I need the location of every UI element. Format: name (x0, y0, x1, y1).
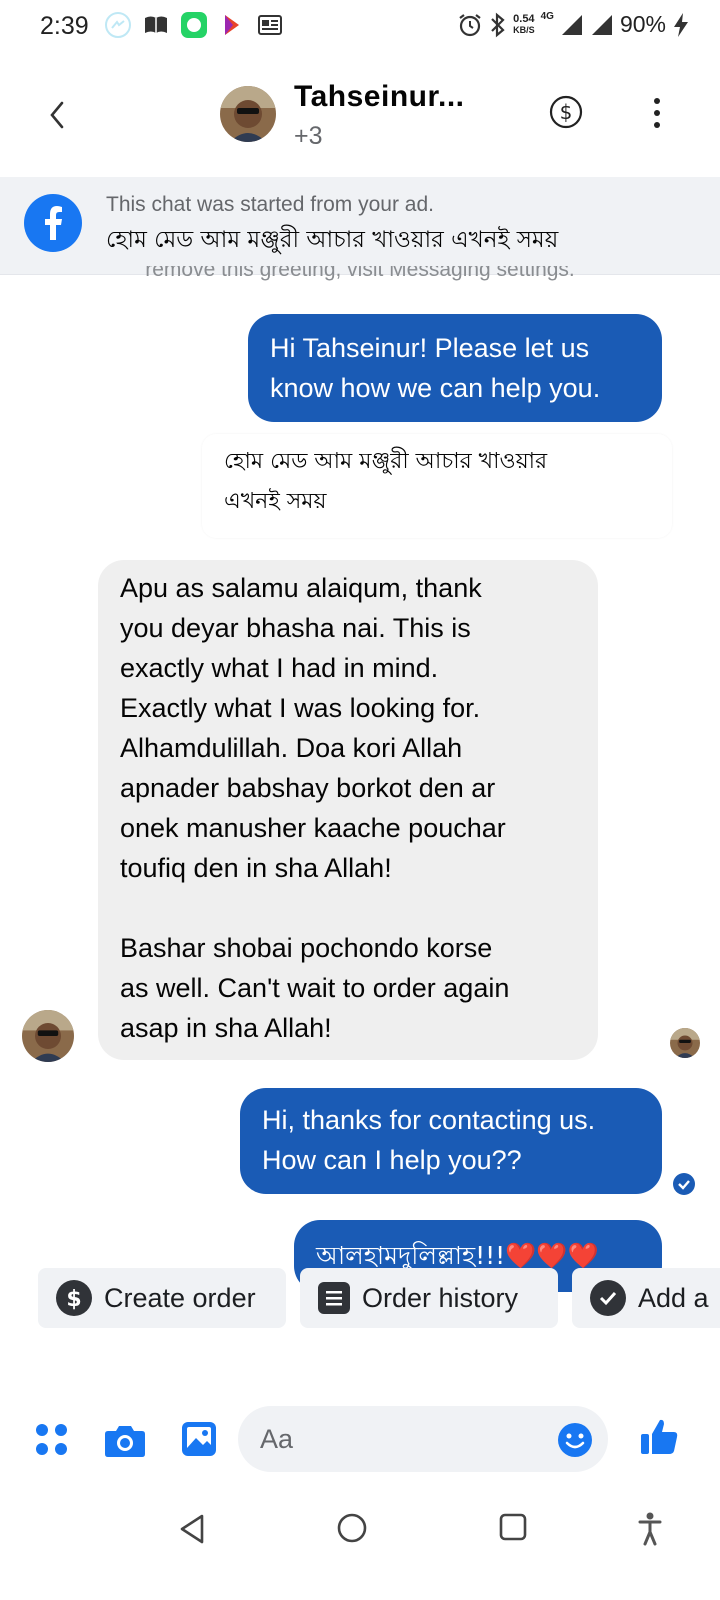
recents-nav-icon[interactable] (498, 1512, 528, 1542)
message-text: Hi Tahseinur! Please let us (270, 333, 590, 363)
message-line: Alhamdulillah. Doa kori Allah (120, 733, 463, 763)
book-icon (145, 16, 167, 33)
gallery-icon[interactable] (180, 1420, 218, 1458)
message-text: know how we can help you. (270, 373, 601, 403)
message-line: asap in sha Allah! (120, 1013, 332, 1043)
dollar-icon[interactable]: $ (548, 94, 584, 130)
svg-text:$: $ (560, 100, 573, 124)
facebook-icon (24, 194, 82, 252)
home-nav-icon[interactable] (336, 1512, 368, 1544)
message-bubble-reply[interactable]: Hi, thanks for contacting us. How can I … (240, 1088, 662, 1194)
sender-avatar[interactable] (22, 1010, 74, 1062)
create-order-button[interactable]: $ Create order (38, 1268, 286, 1328)
message-line: apnader babshay borkot den ar (120, 773, 496, 803)
signal-icon-2 (591, 14, 612, 35)
like-icon[interactable] (638, 1416, 680, 1458)
message-line: onek manusher kaache pouchar (120, 813, 506, 843)
message-composer: Aa (0, 1404, 720, 1474)
news-icon (258, 15, 282, 35)
charging-icon (674, 12, 688, 37)
bluetooth-icon (491, 12, 505, 37)
message-line: as well. Can't wait to order again (120, 973, 510, 1003)
status-time: 2:39 (40, 12, 89, 40)
message-bubble-greeting[interactable]: Hi Tahseinur! Please let us know how we … (248, 314, 662, 422)
alarm-icon (459, 13, 481, 36)
message-bubble-customer[interactable]: Apu as salamu alaiqum, thank you deyar bh… (98, 560, 598, 1060)
message-line (120, 888, 576, 928)
heart-emojis: ❤️❤️❤️ (505, 1241, 599, 1270)
chat-header: Tahseinur... +3 $ (0, 60, 720, 172)
arrow-app-icon (225, 15, 239, 35)
network-speed: 0.54 KB/S (513, 12, 535, 35)
ad-notice: This chat was started from your ad. (106, 193, 434, 216)
list-icon (318, 1282, 350, 1314)
quick-actions-row: $ Create order Order history Add a (0, 1268, 720, 1330)
delivered-check-icon (673, 1173, 695, 1195)
camera-icon[interactable] (104, 1422, 146, 1458)
apps-grid-icon[interactable] (34, 1422, 70, 1458)
dollar-icon: $ (56, 1280, 92, 1316)
quote-text: হোম মেড আম মঞ্জুরী আচার খাওয়ার (224, 449, 548, 474)
contact-name[interactable]: Tahseinur... (294, 80, 465, 114)
accessibility-icon[interactable] (638, 1512, 662, 1546)
message-line: Apu as salamu alaiqum, thank (120, 573, 482, 603)
message-text: Apu as salamu alaiqum, thank you deyar bh… (120, 568, 576, 1048)
order-history-button[interactable]: Order history (300, 1268, 558, 1328)
quoted-ad-card[interactable]: হোম মেড আম মঞ্জুরী আচার খাওয়ার এখনই সময… (202, 434, 672, 538)
input-placeholder: Aa (260, 1424, 294, 1454)
quote-text: এখনই সময় (224, 489, 327, 514)
check-icon (590, 1280, 626, 1316)
system-status: 0.54 KB/S 4G 90% (457, 11, 690, 38)
message-line: exactly what I had in mind. (120, 653, 439, 683)
chip-label: Create order (104, 1282, 256, 1313)
ad-banner[interactable]: This chat was started from your ad. হোম … (0, 177, 720, 275)
messenger-notif-icon (105, 12, 131, 38)
back-nav-icon[interactable] (176, 1512, 208, 1546)
chip-label: Add a (638, 1282, 709, 1313)
message-text: How can I help you?? (262, 1145, 522, 1175)
message-input[interactable]: Aa (238, 1406, 608, 1472)
chat-app-icon (181, 12, 207, 38)
more-options-icon[interactable] (650, 96, 664, 130)
greeting-settings-note: remove this greeting, visit Messaging se… (145, 266, 575, 281)
message-line: Bashar shobai pochondo korse (120, 933, 493, 963)
add-button[interactable]: Add a (572, 1268, 720, 1328)
status-bar: 2:39 0.54 KB/S 4G 90% (0, 0, 720, 54)
message-line: Exactly what I was looking for. (120, 693, 481, 723)
message-line: toufiq den in sha Allah! (120, 853, 392, 883)
system-nav-bar (0, 1490, 720, 1600)
contact-subtitle: +3 (294, 122, 323, 150)
ad-title: হোম মেড আম মঞ্জুরী আচার খাওয়ার এখনই সময… (106, 227, 559, 253)
emoji-icon[interactable] (556, 1421, 594, 1459)
message-text: Hi, thanks for contacting us. (262, 1105, 596, 1135)
message-text: আলহামদুলিল্লাহ!!! (316, 1241, 506, 1270)
notification-icons (104, 11, 284, 39)
network-type: 4G (540, 11, 554, 22)
signal-icon (561, 14, 582, 35)
seen-avatar (670, 1028, 700, 1058)
chip-label: Order history (362, 1282, 519, 1313)
svg-text:$: $ (66, 1287, 81, 1312)
back-arrow-icon[interactable] (38, 90, 78, 140)
message-line: you deyar bhasha nai. This is (120, 613, 471, 643)
contact-avatar[interactable] (220, 86, 276, 142)
battery-percent: 90% (619, 11, 666, 37)
